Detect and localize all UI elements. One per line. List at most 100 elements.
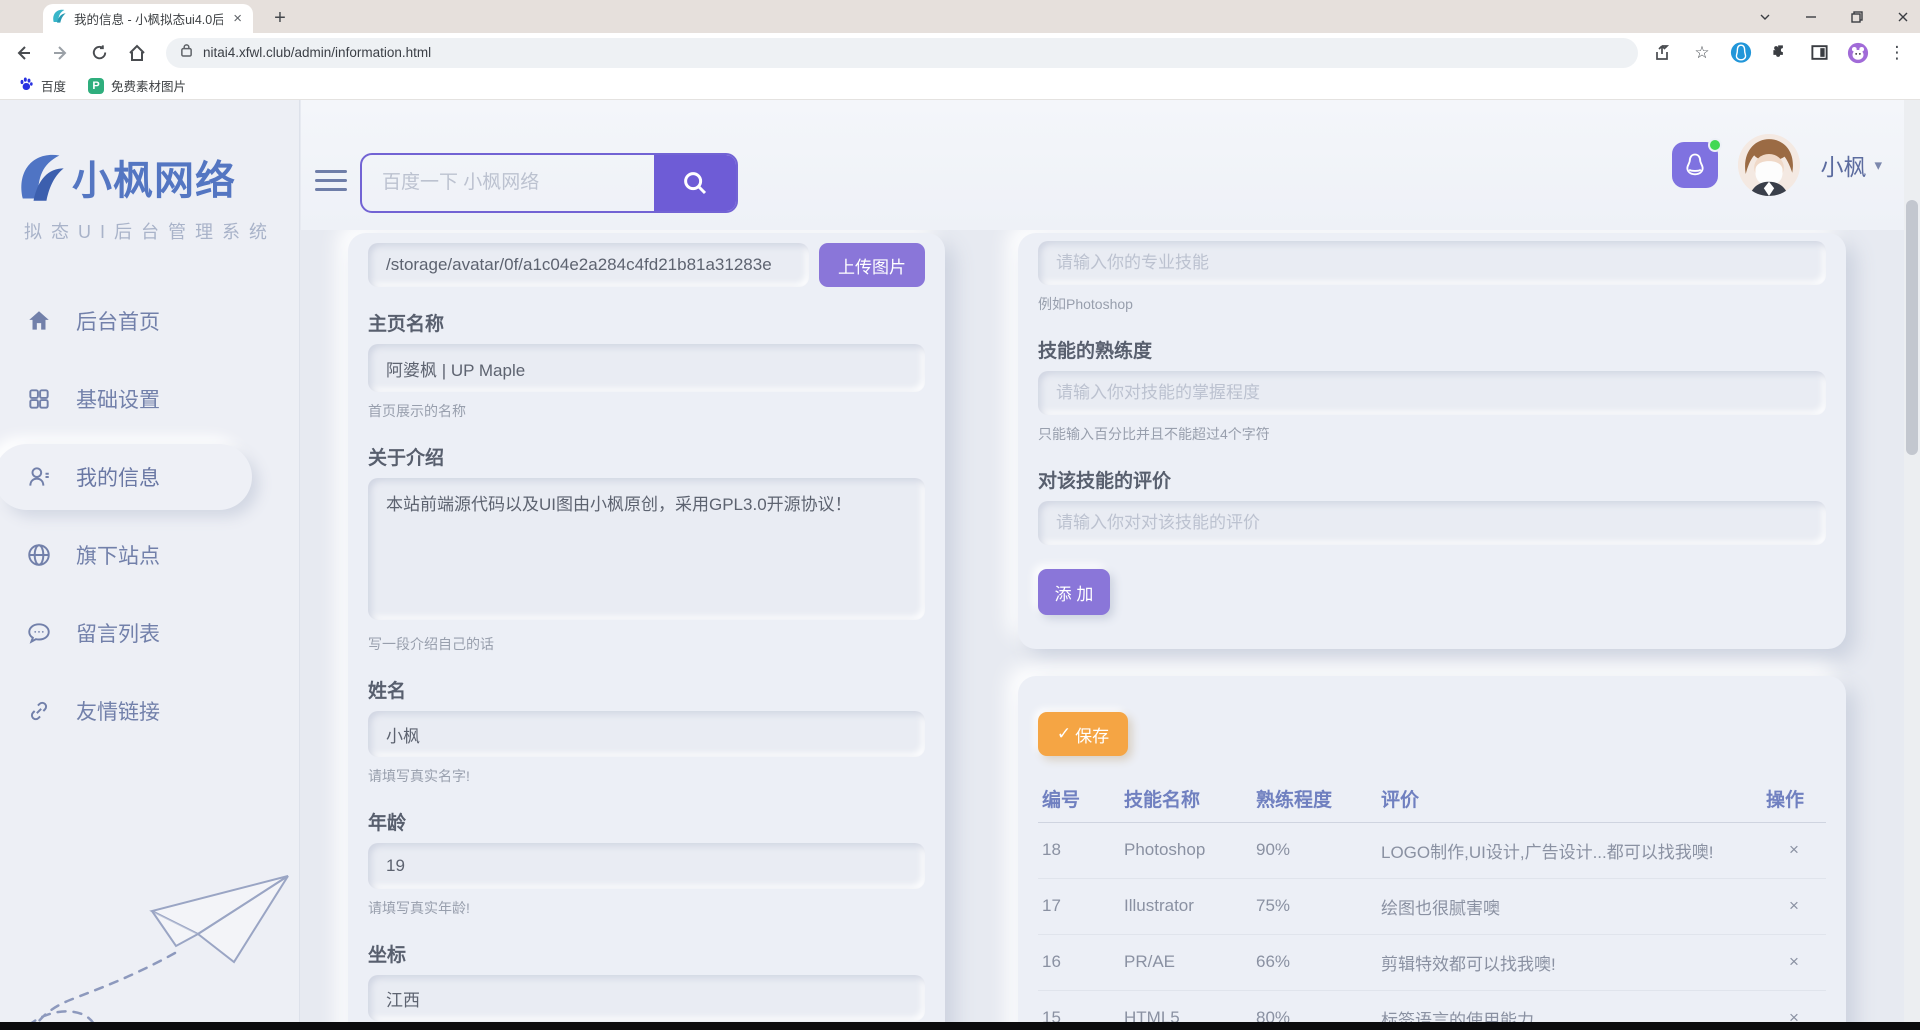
table-header-row: 编号 技能名称 熟练程度 评价 操作 bbox=[1038, 776, 1826, 822]
delete-row-icon[interactable]: × bbox=[1762, 878, 1826, 934]
refresh-icon[interactable] bbox=[84, 38, 114, 68]
bookmark-star-icon[interactable]: ☆ bbox=[1691, 42, 1713, 64]
page-header: 小枫 ▾ bbox=[301, 100, 1904, 230]
col-id: 编号 bbox=[1038, 776, 1120, 822]
forward-icon[interactable] bbox=[46, 38, 76, 68]
user-menu[interactable]: 小枫 ▾ bbox=[1820, 148, 1882, 182]
browser-menu-icon[interactable]: ⋮ bbox=[1886, 42, 1908, 64]
home-name-hint: 首页展示的名称 bbox=[368, 401, 925, 421]
age-hint: 请填写真实年龄! bbox=[368, 898, 925, 918]
browser-tab[interactable]: 我的信息 - 小枫拟态ui4.0后台管 × bbox=[43, 4, 253, 33]
chevron-down-icon: ▾ bbox=[1874, 156, 1882, 174]
new-tab-button[interactable]: + bbox=[268, 6, 292, 30]
sidebar-item-basic-settings[interactable]: 基础设置 bbox=[0, 366, 300, 432]
table-row: 16 PR/AE 66% 剪辑特效都可以找我噢! × bbox=[1038, 934, 1826, 990]
skill-name-hint: 例如Photoshop bbox=[1038, 294, 1826, 314]
tab-close-icon[interactable]: × bbox=[230, 10, 245, 27]
age-input[interactable] bbox=[368, 843, 925, 889]
comment-icon bbox=[26, 620, 52, 646]
add-skill-button[interactable]: 添 加 bbox=[1038, 569, 1110, 615]
bookmarks-bar: 百度 P 免费素材图片 bbox=[0, 72, 1920, 100]
proficiency-label: 技能的熟练度 bbox=[1038, 336, 1826, 363]
sidebar-item-links[interactable]: 友情链接 bbox=[0, 678, 300, 744]
extensions-puzzle-icon[interactable] bbox=[1769, 42, 1791, 64]
tab-strip: 我的信息 - 小枫拟态ui4.0后台管 × + bbox=[0, 0, 1920, 33]
save-button[interactable]: ✓ 保存 bbox=[1038, 712, 1128, 756]
pixabay-icon: P bbox=[88, 78, 104, 94]
home-icon[interactable] bbox=[122, 38, 152, 68]
site-search bbox=[360, 153, 738, 213]
location-input[interactable] bbox=[368, 975, 925, 1021]
delete-row-icon[interactable]: × bbox=[1762, 822, 1826, 878]
bookmark-baidu[interactable]: 百度 bbox=[18, 76, 66, 95]
check-icon: ✓ bbox=[1057, 724, 1071, 744]
avatar-path-input[interactable] bbox=[368, 243, 809, 287]
proficiency-hint: 只能输入百分比并且不能超过4个字符 bbox=[1038, 424, 1826, 444]
restore-icon[interactable] bbox=[1848, 8, 1866, 26]
sidebar-item-sites[interactable]: 旗下站点 bbox=[0, 522, 300, 588]
toolbar-icons: ☆ ⋮ bbox=[1652, 42, 1908, 64]
skills-table: 编号 技能名称 熟练程度 评价 操作 18 Photoshop 90% LOGO… bbox=[1038, 776, 1826, 1030]
table-row: 17 Illustrator 75% 绘图也很腻害噢 × bbox=[1038, 878, 1826, 934]
proficiency-input[interactable] bbox=[1038, 371, 1826, 415]
logo-leaf-icon bbox=[14, 149, 66, 205]
sidebar-item-messages[interactable]: 留言列表 bbox=[0, 600, 300, 666]
sidebar-item-dashboard[interactable]: 后台首页 bbox=[0, 288, 300, 354]
scrollbar-thumb[interactable] bbox=[1906, 200, 1918, 455]
url-bar[interactable]: nitai4.xfwl.club/admin/information.html bbox=[166, 38, 1638, 68]
browser-toolbar: nitai4.xfwl.club/admin/information.html … bbox=[0, 33, 1920, 72]
main-content: 上传图片 主页名称 首页展示的名称 关于介绍 本站前端源代码以及UI图由小枫原创… bbox=[301, 230, 1904, 1030]
profile-avatar-icon[interactable] bbox=[1847, 42, 1869, 64]
screen-bottom-edge bbox=[0, 1022, 1920, 1030]
logo-title: 小枫网络 bbox=[72, 148, 236, 206]
user-avatar[interactable] bbox=[1738, 134, 1800, 196]
qq-button[interactable] bbox=[1672, 142, 1718, 188]
evaluation-label: 对该技能的评价 bbox=[1038, 466, 1826, 493]
site-favicon-icon bbox=[51, 8, 67, 29]
window-controls bbox=[1756, 0, 1912, 33]
menu-toggle-icon[interactable] bbox=[315, 170, 347, 194]
logo-subtitle: 拟态UI后台管理系统 bbox=[0, 218, 300, 244]
location-label: 坐标 bbox=[368, 940, 925, 967]
extension-penguin-icon[interactable] bbox=[1730, 42, 1752, 64]
about-label: 关于介绍 bbox=[368, 443, 925, 470]
header-user-area: 小枫 ▾ bbox=[1672, 100, 1882, 230]
tab-search-chevron-icon[interactable] bbox=[1756, 8, 1774, 26]
side-panel-icon[interactable] bbox=[1808, 42, 1830, 64]
search-input[interactable] bbox=[362, 155, 654, 211]
skills-table-card: ✓ 保存 编号 技能名称 熟练程度 评价 操作 18 Photos bbox=[1018, 676, 1846, 1030]
tab-title: 我的信息 - 小枫拟态ui4.0后台管 bbox=[74, 9, 223, 28]
evaluation-input[interactable] bbox=[1038, 501, 1826, 545]
name-hint: 请填写真实名字! bbox=[368, 766, 925, 786]
close-window-icon[interactable] bbox=[1894, 8, 1912, 26]
link-icon bbox=[26, 698, 52, 724]
col-comment: 评价 bbox=[1377, 776, 1762, 822]
search-button[interactable] bbox=[654, 155, 736, 211]
skill-name-input[interactable] bbox=[1038, 241, 1826, 285]
bookmark-free-images[interactable]: P 免费素材图片 bbox=[88, 76, 186, 95]
back-icon[interactable] bbox=[8, 38, 38, 68]
col-actions: 操作 bbox=[1762, 776, 1826, 822]
name-input[interactable] bbox=[368, 711, 925, 757]
delete-row-icon[interactable]: × bbox=[1762, 934, 1826, 990]
minimize-icon[interactable] bbox=[1802, 8, 1820, 26]
globe-icon bbox=[26, 542, 52, 568]
page-scrollbar[interactable] bbox=[1904, 100, 1920, 1030]
qq-penguin-icon bbox=[1681, 151, 1709, 179]
grid-icon bbox=[26, 386, 52, 412]
user-icon bbox=[26, 464, 52, 490]
sidebar-item-my-info[interactable]: 我的信息 bbox=[0, 444, 252, 510]
online-status-dot bbox=[1708, 138, 1722, 152]
share-icon[interactable] bbox=[1652, 42, 1674, 64]
sidebar: 小枫网络 拟态UI后台管理系统 后台首页 基础设置 我的信息 旗下站点 留 bbox=[0, 100, 300, 1030]
admin-page: 小枫网络 拟态UI后台管理系统 后台首页 基础设置 我的信息 旗下站点 留 bbox=[0, 100, 1920, 1030]
table-row: 18 Photoshop 90% LOGO制作,UI设计,广告设计...都可以找… bbox=[1038, 822, 1826, 878]
upload-image-button[interactable]: 上传图片 bbox=[819, 243, 925, 287]
about-textarea[interactable]: 本站前端源代码以及UI图由小枫原创，采用GPL3.0开源协议！ bbox=[368, 478, 925, 620]
url-text: nitai4.xfwl.club/admin/information.html bbox=[203, 45, 431, 60]
home-icon bbox=[26, 308, 52, 334]
home-name-input[interactable] bbox=[368, 344, 925, 392]
avatar-path-row: 上传图片 bbox=[368, 243, 925, 287]
logo: 小枫网络 bbox=[14, 148, 236, 206]
bookmark-label: 免费素材图片 bbox=[111, 76, 186, 95]
